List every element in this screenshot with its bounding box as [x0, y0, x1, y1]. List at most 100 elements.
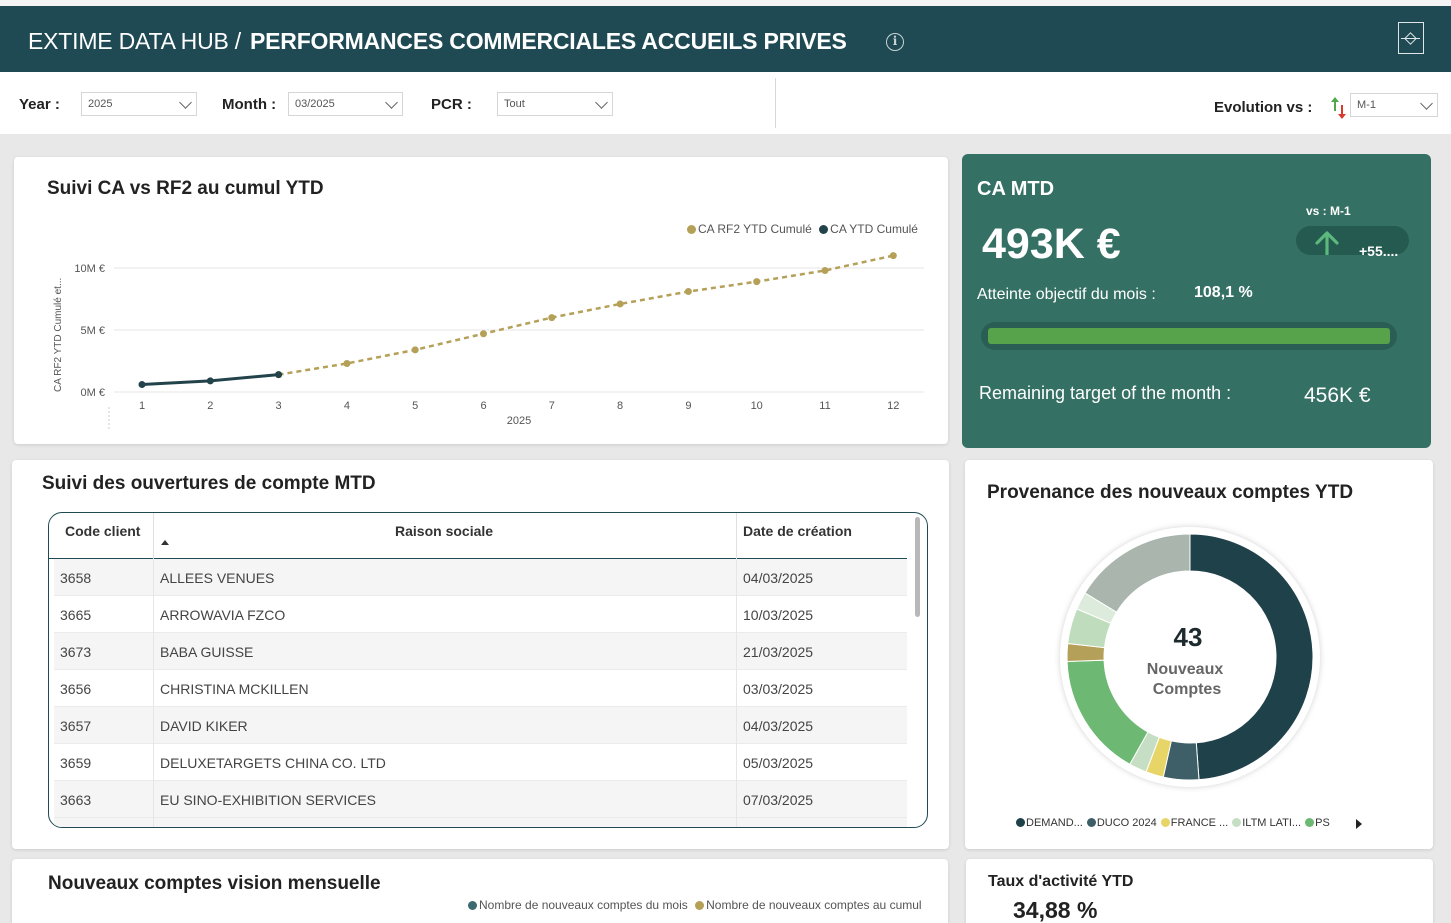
column-header-code[interactable]: Code client: [65, 523, 140, 539]
table-row[interactable]: 3673 BABA GUISSE 21/03/2025: [54, 633, 907, 670]
column-header-date[interactable]: Date de création: [743, 523, 852, 539]
legend-item[interactable]: DUCO 2024: [1086, 817, 1157, 829]
kpi-delta: +55....: [1359, 243, 1399, 259]
activity-card: Taux d'activité YTD 34,88 %: [966, 859, 1433, 923]
donut-center-label-1: Nouveaux: [1147, 661, 1224, 678]
provenance-donut-chart: 43 Nouveaux Comptes: [1060, 527, 1320, 787]
column-header-raison[interactable]: Raison sociale: [395, 523, 493, 539]
month-label: Month :: [222, 96, 277, 113]
info-icon[interactable]: i: [886, 33, 904, 51]
legend-label: Nombre de nouveaux comptes du mois: [479, 898, 688, 912]
cell-date-creation: 03/03/2025: [743, 681, 814, 697]
x-tick-label: 10: [751, 400, 763, 412]
year-value: 2025: [88, 98, 113, 110]
legend-swatch: [468, 901, 477, 910]
legend-item[interactable]: PS: [1305, 817, 1330, 829]
x-tick-label: 3: [276, 400, 282, 412]
monthly-legend: Nombre de nouveaux comptes du mois Nombr…: [468, 898, 922, 912]
x-tick-label: 7: [549, 400, 555, 412]
legend-label: FRANCE ...: [1170, 817, 1229, 829]
cell-code-client: 3665: [60, 607, 92, 623]
cell-raison-sociale: EU SINO-EXHIBITION SERVICES: [160, 792, 377, 808]
table-row[interactable]: 3659 DELUXETARGETS CHINA CO. LTD 05/03/202…: [54, 744, 907, 781]
focus-mode-icon[interactable]: [1398, 22, 1424, 54]
table-row[interactable]: 3663 EU SINO-EXHIBITION SERVICES 07/03/202…: [54, 781, 907, 818]
legend-swatch: [1016, 818, 1025, 827]
table-header: Code client Raison sociale Date de créat…: [49, 513, 907, 559]
x-tick-label: 12: [887, 400, 899, 412]
legend-label: ILTM LATI...: [1242, 817, 1302, 829]
table-row[interactable]: 3658 ALLEES VENUES 04/03/2025: [54, 559, 907, 596]
legend-swatch: [1086, 818, 1096, 827]
x-tick-label: 1: [139, 400, 145, 412]
x-tick-label: 11: [819, 400, 830, 412]
legend-item[interactable]: FRANCE ...: [1160, 817, 1229, 829]
cell-date-creation: 05/03/2025: [743, 755, 814, 771]
objective-progress-bar: [981, 322, 1397, 350]
cell-code-client: 3658: [60, 570, 92, 586]
data-point: [889, 252, 897, 260]
cell-date-creation: 04/03/2025: [743, 570, 814, 586]
data-point: [275, 371, 283, 379]
app-header: EXTIME DATA HUB / PERFORMANCES COMMERCIA…: [0, 6, 1451, 72]
accounts-table-title: Suivi des ouvertures de compte MTD: [42, 473, 376, 494]
sort-ascending-icon[interactable]: [161, 540, 169, 545]
table-row[interactable]: 3656 CHRISTINA MCKILLEN 03/03/2025: [54, 670, 907, 707]
evolution-value: M-1: [1357, 99, 1376, 111]
activity-title: Taux d'activité YTD: [988, 873, 1134, 890]
cell-raison-sociale: ARROWAVIA FZCO: [160, 607, 286, 623]
cell-date-creation: 07/03/2025: [743, 792, 814, 808]
table-row[interactable]: [54, 818, 907, 827]
legend-swatch: [1305, 818, 1315, 827]
legend-next-icon[interactable]: [1356, 819, 1362, 829]
column-divider: [153, 559, 154, 827]
legend-swatch: [695, 901, 705, 910]
filter-divider: [775, 78, 776, 128]
cell-date-creation: 10/03/2025: [743, 607, 814, 623]
data-point: [138, 381, 146, 389]
y-tick-label: 5M €: [81, 325, 105, 337]
kpi-vs: vs : M-1: [1306, 204, 1351, 218]
legend-item[interactable]: ILTM LATI...: [1232, 817, 1301, 829]
month-value: 03/2025: [295, 98, 335, 110]
column-divider: [153, 513, 154, 559]
year-label: Year :: [19, 96, 60, 113]
provenance-card: Provenance des nouveaux comptes YTD 43 N…: [965, 460, 1433, 849]
column-divider: [736, 559, 737, 827]
legend-label: PS: [1315, 817, 1330, 829]
kpi-value: 493K €: [982, 220, 1121, 268]
cell-code-client: 3656: [60, 681, 92, 697]
column-divider: [736, 513, 737, 559]
data-point: [411, 346, 419, 354]
x-tick-label: 8: [617, 400, 623, 412]
data-point: [616, 300, 624, 308]
evolution-dropdown[interactable]: M-1: [1350, 93, 1438, 117]
monthly-accounts-card: Nouveaux comptes vision mensuelle Nombre…: [12, 859, 948, 923]
data-point: [548, 314, 556, 322]
y-tick-label: 0M €: [81, 387, 105, 399]
table-row[interactable]: 3657 DAVID KIKER 04/03/2025: [54, 707, 907, 744]
donut-center-label-2: Comptes: [1153, 681, 1222, 698]
filter-bar: Year : 2025 Month : 03/2025 PCR : Tout E…: [0, 72, 1451, 134]
evolution-label: Evolution vs :: [1214, 99, 1313, 116]
objective-label: Atteinte objectif du mois :: [977, 286, 1156, 303]
legend-swatch: [1160, 818, 1170, 827]
pcr-label: PCR :: [431, 96, 472, 113]
cell-raison-sociale: CHRISTINA MCKILLEN: [160, 681, 309, 697]
month-dropdown[interactable]: 03/2025: [288, 92, 403, 116]
table-row[interactable]: 3665 ARROWAVIA FZCO 10/03/2025: [54, 596, 907, 633]
year-dropdown[interactable]: 2025: [81, 92, 197, 116]
kpi-vs-label: vs :: [1306, 204, 1327, 218]
up-down-arrows-icon: [1331, 97, 1346, 119]
x-axis-label: 2025: [507, 415, 531, 427]
ca-line-chart: 0M €5M €10M €1 2 3 4 5 6 7 8 9 10 11 122025CA RF2 Y…: [53, 252, 924, 429]
legend-item[interactable]: DEMAND...: [1016, 817, 1083, 829]
x-tick-label: 2: [207, 400, 213, 412]
donut-center-value: 43: [1174, 622, 1203, 652]
y-tick-label: 10M €: [74, 263, 105, 275]
pcr-dropdown[interactable]: Tout: [497, 92, 613, 116]
data-point: [343, 359, 351, 367]
table-scrollbar[interactable]: [915, 517, 920, 617]
cell-raison-sociale: DELUXETARGETS CHINA CO. LTD: [160, 755, 386, 771]
kpi-vs-value: M-1: [1330, 204, 1351, 218]
